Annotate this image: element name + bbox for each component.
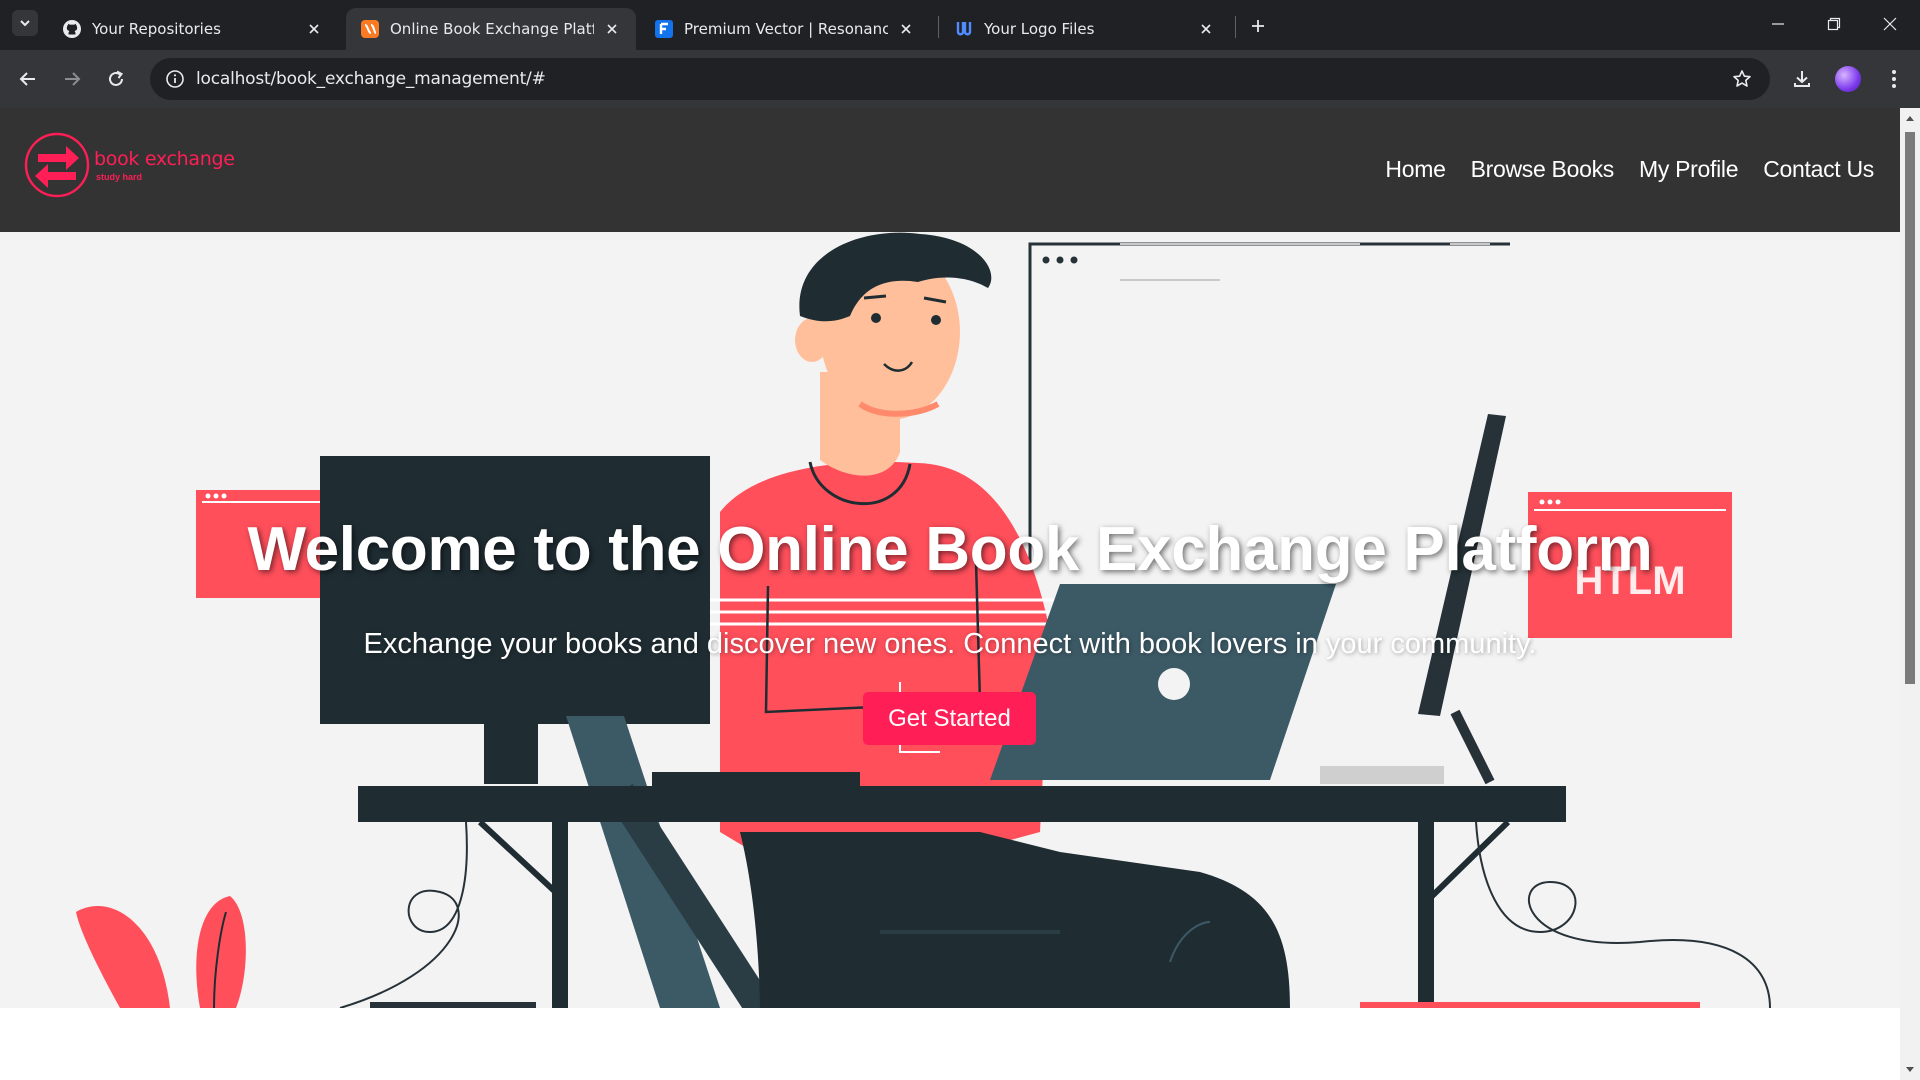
site-info-icon[interactable] (154, 58, 196, 100)
nav-home[interactable]: Home (1385, 156, 1445, 183)
page-scrollbar[interactable] (1900, 108, 1920, 1080)
restore-icon (1827, 17, 1841, 31)
freepik-icon (654, 19, 674, 39)
address-bar[interactable]: localhost/book_exchange_management/# (150, 58, 1770, 100)
scroll-thumb[interactable] (1905, 132, 1915, 684)
profile-button[interactable] (1832, 63, 1864, 95)
close-window-button[interactable] (1862, 0, 1918, 48)
restore-button[interactable] (1806, 0, 1862, 48)
new-tab-button[interactable] (1245, 13, 1271, 39)
hero-subtitle: Exchange your books and discover new one… (363, 628, 1537, 660)
exchange-arrows-icon (24, 132, 90, 198)
more-vertical-icon (1892, 70, 1896, 88)
hero-section: HTLM Welcome to the Online Book Exchange… (0, 232, 1900, 1008)
close-tab-icon[interactable] (896, 19, 916, 39)
close-tab-icon[interactable] (602, 19, 622, 39)
nav-browse-books[interactable]: Browse Books (1471, 156, 1615, 183)
reload-icon (109, 70, 123, 86)
logo-files-icon (954, 19, 974, 39)
url-text[interactable]: localhost/book_exchange_management/# (196, 69, 546, 89)
reload-button[interactable] (100, 63, 132, 95)
tab-online-book-exchange[interactable]: Online Book Exchange Platform (346, 8, 636, 50)
download-icon (1794, 71, 1810, 87)
site-logo[interactable]: book exchange study hard (24, 132, 235, 198)
back-button[interactable] (12, 63, 44, 95)
minimize-button[interactable] (1750, 0, 1806, 48)
hero-title: Welcome to the Online Book Exchange Plat… (247, 515, 1653, 584)
tab-premium-vector[interactable]: Premium Vector | Resonance sc (640, 8, 930, 50)
tab-your-repositories[interactable]: Your Repositories (48, 8, 338, 50)
plus-icon (1252, 20, 1264, 32)
get-started-button[interactable]: Get Started (863, 692, 1036, 745)
logo-tagline: study hard (96, 171, 143, 182)
chevron-down-icon (20, 20, 30, 27)
scroll-up-icon[interactable] (1904, 112, 1916, 124)
browser-tab-strip: Your Repositories Online Book Exchange P… (0, 0, 1920, 50)
main-nav: Home Browse Books My Profile Contact Us (1385, 156, 1874, 183)
tab-separator (1235, 16, 1236, 38)
arrow-right-icon (65, 72, 81, 86)
bookmark-star-icon[interactable] (1730, 67, 1754, 91)
github-icon (62, 19, 82, 39)
hero-content: Welcome to the Online Book Exchange Plat… (0, 232, 1900, 1008)
nav-contact-us[interactable]: Contact Us (1763, 156, 1874, 183)
minimize-icon (1772, 23, 1784, 25)
tab-your-logo-files[interactable]: Your Logo Files (940, 8, 1230, 50)
xampp-icon (360, 19, 380, 39)
arrow-left-icon (19, 72, 35, 86)
avatar (1835, 66, 1861, 92)
tab-title: Your Repositories (92, 20, 221, 38)
close-tab-icon[interactable] (304, 19, 324, 39)
close-icon (1883, 17, 1897, 31)
close-tab-icon[interactable] (1196, 19, 1216, 39)
downloads-button[interactable] (1786, 63, 1818, 95)
logo-name: book exchange (94, 147, 235, 170)
browser-toolbar: localhost/book_exchange_management/# (0, 50, 1920, 108)
below-hero-section (0, 1008, 1900, 1080)
tab-title: Online Book Exchange Platform (390, 20, 594, 38)
browser-menu-button[interactable] (1878, 63, 1910, 95)
tab-title: Premium Vector | Resonance sc (684, 20, 888, 38)
scroll-down-icon[interactable] (1904, 1064, 1916, 1076)
tab-title: Your Logo Files (984, 20, 1095, 38)
site-header: book exchange study hard Home Browse Boo… (0, 108, 1900, 232)
forward-button[interactable] (56, 63, 88, 95)
page-viewport: book exchange study hard Home Browse Boo… (0, 108, 1920, 1080)
tab-separator (938, 16, 939, 38)
tab-search-button[interactable] (12, 10, 38, 36)
nav-my-profile[interactable]: My Profile (1639, 156, 1739, 183)
